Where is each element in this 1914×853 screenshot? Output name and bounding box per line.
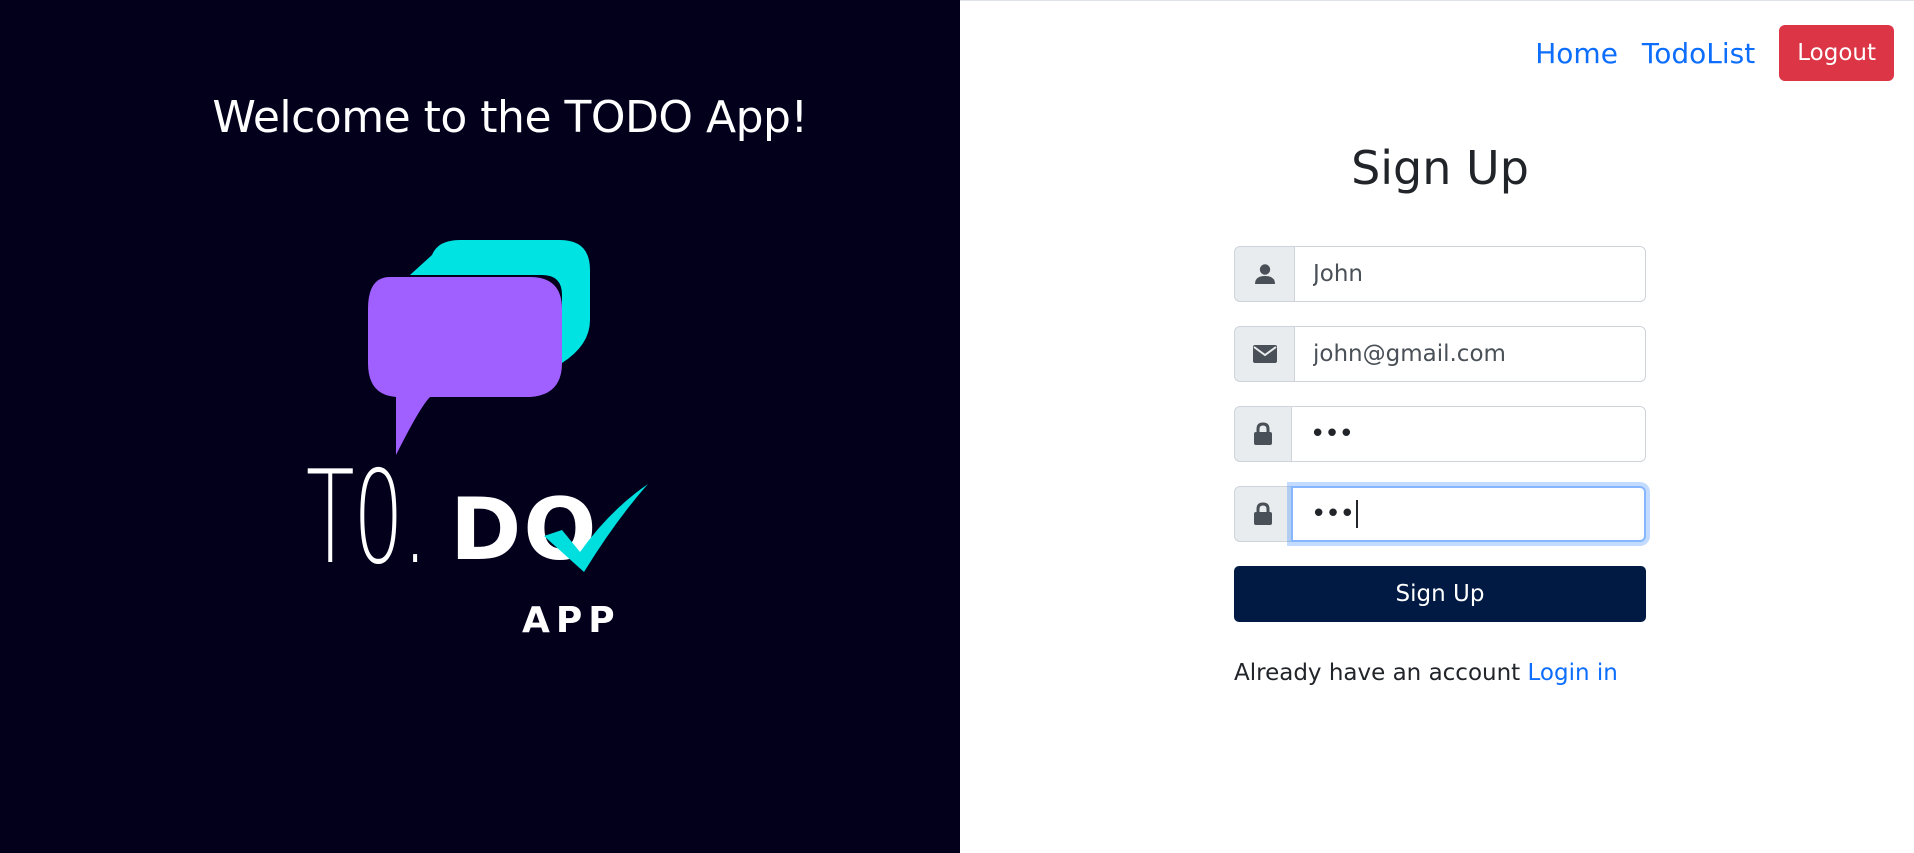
name-input[interactable] [1294,246,1646,302]
account-prompt-text: Already have an account [1234,660,1521,686]
envelope-icon [1234,326,1294,382]
signup-submit-button[interactable]: Sign Up [1234,566,1646,622]
login-prompt: Already have an account Login in [1234,660,1646,686]
confirm-password-input-group: ••• [1234,486,1646,542]
page: Welcome to the TODO App! T0. DO APP Home… [0,0,1914,853]
logo-app-text: APP [522,600,621,641]
text-cursor [1356,500,1359,528]
checkmark-icon [544,484,648,572]
top-nav: Home TodoList Logout [1523,25,1894,81]
email-input-group [1234,326,1646,382]
signup-form: ••• ••• Sign Up Already have an account [1234,246,1646,686]
page-title: Sign Up [1351,141,1529,195]
name-input-group [1234,246,1646,302]
welcome-panel: Welcome to the TODO App! T0. DO APP [0,0,960,853]
signup-panel: Home TodoList Logout Sign Up John john@g… [960,0,1914,853]
todo-app-logo: T0. DO APP [300,235,660,655]
confirm-password-dots: ••• [1311,499,1355,529]
password-dots: ••• [1310,419,1354,449]
nav-home-link[interactable]: Home [1523,37,1630,70]
logout-button[interactable]: Logout [1779,25,1894,81]
login-link[interactable]: Login in [1528,660,1618,686]
confirm-password-input[interactable]: ••• [1291,486,1646,542]
logo-to-text: T0. [306,444,428,593]
lock-icon [1234,486,1291,542]
password-input[interactable]: ••• [1291,406,1646,462]
lock-icon [1234,406,1291,462]
chat-bubbles-icon [368,240,590,455]
email-input[interactable] [1294,326,1646,382]
user-icon [1234,246,1294,302]
password-input-group: ••• [1234,406,1646,462]
welcome-title: Welcome to the TODO App! [212,92,808,143]
nav-todolist-link[interactable]: TodoList [1630,37,1767,70]
